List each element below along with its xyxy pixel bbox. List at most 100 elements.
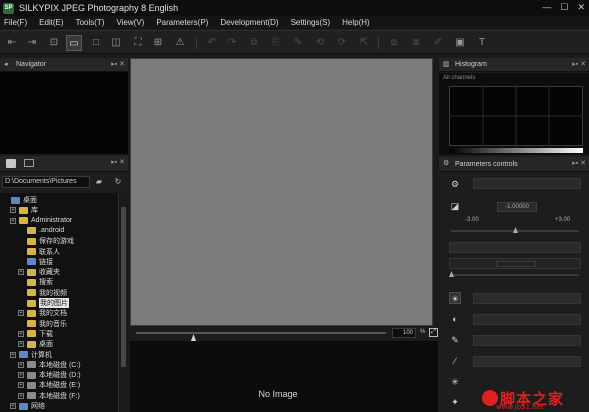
- expand-icon[interactable]: +: [18, 392, 24, 399]
- exposure-icon[interactable]: ◪: [449, 200, 461, 212]
- previous-image-icon[interactable]: ⇤: [4, 35, 20, 51]
- develop-icon[interactable]: ⧈: [386, 35, 402, 51]
- maximize-button[interactable]: ☐: [560, 2, 568, 13]
- brush-icon[interactable]: ✎: [290, 35, 306, 51]
- expand-icon[interactable]: +: [18, 372, 24, 379]
- tree-scrollbar-thumb[interactable]: [121, 207, 126, 367]
- expand-icon[interactable]: +: [10, 207, 16, 214]
- tree-item[interactable]: + 本地磁盘 (E:): [18, 380, 80, 390]
- exposure-value[interactable]: -1.00000: [497, 202, 537, 212]
- next-image-icon[interactable]: ⇥: [24, 35, 40, 51]
- tree-item[interactable]: + 计算机: [10, 350, 52, 360]
- tree-item[interactable]: 保存的游戏: [18, 236, 74, 246]
- refresh-icon[interactable]: ↻: [113, 177, 123, 187]
- copy-parameters-icon[interactable]: ⧉: [246, 35, 262, 51]
- menu-help[interactable]: Help(H): [342, 18, 370, 27]
- rotate-left-icon[interactable]: ⟲: [312, 35, 328, 51]
- text-tool-icon[interactable]: T: [474, 35, 490, 51]
- tool-icon[interactable]: ✦: [449, 396, 461, 408]
- white-balance-field[interactable]: [449, 242, 581, 253]
- expand-icon[interactable]: +: [18, 382, 24, 389]
- zoom-fit-icon[interactable]: ⤢: [429, 328, 438, 337]
- color-field[interactable]: [473, 335, 581, 346]
- zoom-value[interactable]: 100: [392, 328, 416, 338]
- white-balance-preset[interactable]: [449, 258, 581, 269]
- brightness-icon[interactable]: ☀: [449, 292, 461, 304]
- sharpness-icon[interactable]: ∕: [449, 355, 461, 367]
- menu-edit[interactable]: Edit(E): [39, 18, 63, 27]
- tree-item[interactable]: 联系人: [18, 247, 60, 257]
- settings-gear-icon[interactable]: ⚙: [449, 178, 461, 190]
- menu-file[interactable]: File(F): [4, 18, 27, 27]
- white-balance-slider-knob[interactable]: [449, 271, 454, 277]
- contrast-icon[interactable]: ◐: [449, 313, 461, 325]
- path-input[interactable]: D:\Documents\Pictures: [2, 176, 90, 188]
- histogram-channel-label[interactable]: All channels: [443, 75, 475, 81]
- monitor-icon[interactable]: ▣: [452, 35, 468, 51]
- single-view-icon[interactable]: □: [88, 35, 104, 51]
- expand-icon[interactable]: +: [18, 361, 24, 368]
- fullscreen-icon[interactable]: ⛶: [130, 35, 146, 51]
- tree-item[interactable]: + 网络: [10, 401, 45, 411]
- expand-icon[interactable]: +: [10, 217, 16, 224]
- preset-select[interactable]: [473, 178, 581, 189]
- exposure-slider-knob[interactable]: [513, 227, 518, 233]
- expand-icon[interactable]: +: [18, 310, 24, 317]
- tree-item[interactable]: 搜索: [18, 277, 53, 287]
- expand-icon[interactable]: +: [10, 351, 16, 358]
- folder-tree[interactable]: 桌面 + 库 + Administrator .android 保存的游戏 联系人 链接 + 收藏夹…: [0, 193, 118, 412]
- preview-thumbnail-mode-icon[interactable]: ▭: [66, 35, 82, 51]
- tree-scrollbar[interactable]: [118, 193, 128, 412]
- tree-item[interactable]: 我的视频: [18, 288, 67, 298]
- histogram-panel-controls[interactable]: ▸▪ ✕: [572, 60, 586, 68]
- minimize-button[interactable]: —: [542, 2, 551, 13]
- browser-panel-controls[interactable]: ▸▪ ✕: [111, 158, 125, 166]
- rotate-right-icon[interactable]: ⟳: [334, 35, 350, 51]
- tree-item[interactable]: + 桌面: [18, 339, 53, 349]
- tree-item[interactable]: + 本地磁盘 (D:): [18, 370, 81, 380]
- exposure-slider[interactable]: [451, 227, 579, 233]
- navigator-panel-controls[interactable]: ▸▪ ✕: [111, 60, 125, 68]
- browse-folder-icon[interactable]: ▰: [94, 177, 104, 187]
- folder-tab-icon[interactable]: [6, 159, 16, 168]
- white-balance-slider[interactable]: [449, 271, 579, 277]
- brightness-field[interactable]: [473, 293, 581, 304]
- thumbnail-area[interactable]: No Image: [130, 341, 438, 412]
- compare-view-icon[interactable]: ◫: [108, 35, 124, 51]
- menu-view[interactable]: View(V): [116, 18, 144, 27]
- noise-reduction-icon[interactable]: ✳: [449, 376, 461, 388]
- paste-parameters-icon[interactable]: ⎘: [268, 35, 284, 51]
- menu-tools[interactable]: Tools(T): [76, 18, 105, 27]
- tree-item[interactable]: 我的音乐: [18, 319, 67, 329]
- tree-item[interactable]: .android: [18, 226, 64, 236]
- batch-develop-icon[interactable]: ⧆: [408, 35, 424, 51]
- expand-icon[interactable]: +: [18, 269, 24, 276]
- close-button[interactable]: ✕: [577, 2, 585, 13]
- fit-screen-icon[interactable]: ⊡: [46, 35, 62, 51]
- contrast-field[interactable]: [473, 314, 581, 325]
- expand-icon[interactable]: +: [18, 330, 24, 337]
- tree-item[interactable]: 链接: [18, 257, 53, 267]
- tree-item[interactable]: + 本地磁盘 (C:): [18, 360, 81, 370]
- expand-icon[interactable]: +: [18, 341, 24, 348]
- menu-development[interactable]: Development(D): [220, 18, 278, 27]
- tree-item[interactable]: + 下载: [18, 329, 53, 339]
- redo-icon[interactable]: ↷: [224, 35, 240, 51]
- export-icon[interactable]: ⇱: [356, 35, 372, 51]
- menu-settings[interactable]: Settings(S): [291, 18, 331, 27]
- tree-item[interactable]: 桌面: [2, 195, 37, 205]
- comment-tab-icon[interactable]: [24, 159, 34, 167]
- tone-curve-icon[interactable]: ✐: [430, 35, 446, 51]
- warning-icon[interactable]: ⚠: [172, 35, 188, 51]
- grid-view-icon[interactable]: ⊞: [150, 35, 166, 51]
- tree-item[interactable]: + 本地磁盘 (F:): [18, 391, 80, 401]
- parameters-panel-controls[interactable]: ▸▪ ✕: [572, 159, 586, 167]
- undo-icon[interactable]: ↶: [204, 35, 220, 51]
- tree-item[interactable]: + Administrator: [10, 216, 72, 226]
- navigator-canvas[interactable]: [0, 72, 128, 154]
- color-picker-icon[interactable]: ✎: [449, 334, 461, 346]
- zoom-slider[interactable]: [136, 332, 386, 342]
- tree-item[interactable]: 我的图片: [18, 298, 69, 308]
- image-preview[interactable]: [130, 58, 433, 326]
- menu-parameters[interactable]: Parameters(P): [156, 18, 208, 27]
